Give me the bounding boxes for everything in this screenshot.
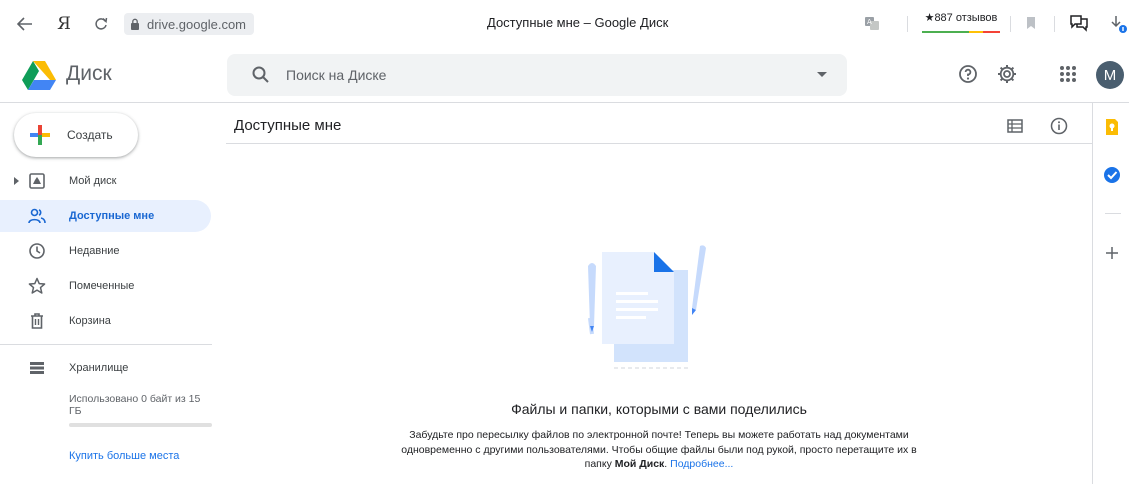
- sidebar-item-label: Хранилище: [69, 362, 129, 374]
- empty-state-title: Файлы и папки, которыми с вами поделилис…: [511, 401, 807, 417]
- download-icon[interactable]: [1110, 14, 1128, 33]
- reload-icon[interactable]: [92, 14, 110, 34]
- yandex-logo-icon[interactable]: Я: [56, 14, 72, 34]
- main-content: Доступные мне Файлы и папки, которыми с …: [226, 103, 1092, 484]
- sidebar-item-trash[interactable]: Корзина: [0, 305, 211, 337]
- search-box[interactable]: [227, 54, 847, 96]
- sidebar-item-label: Помеченные: [69, 280, 135, 292]
- my-drive-folder-name: Мой Диск: [614, 458, 665, 470]
- url-text: drive.google.com: [147, 16, 246, 32]
- shared-files-illustration: [578, 240, 718, 372]
- apps-grid-icon[interactable]: [1057, 63, 1081, 87]
- toolbar-divider: [907, 16, 908, 32]
- sidebar-item-label: Недавние: [69, 245, 120, 257]
- learn-more-link[interactable]: Подробнее...: [670, 458, 733, 470]
- tasks-icon[interactable]: [1102, 165, 1122, 185]
- svg-text:A: A: [867, 18, 872, 26]
- keep-icon[interactable]: [1102, 117, 1122, 137]
- sidebar-item-recent[interactable]: Недавние: [0, 235, 211, 267]
- sidebar-divider: [0, 344, 212, 345]
- storage-usage-bar: [69, 423, 212, 427]
- sidebar-item-label: Доступные мне: [69, 210, 155, 222]
- search-options-dropdown-icon[interactable]: [817, 72, 827, 77]
- expand-arrow-icon[interactable]: [14, 177, 19, 185]
- sidebar-item-starred[interactable]: Помеченные: [0, 270, 211, 302]
- list-view-icon[interactable]: [1005, 116, 1025, 136]
- toolbar-divider: [1054, 16, 1055, 32]
- info-icon[interactable]: [1049, 116, 1069, 136]
- search-icon[interactable]: [251, 65, 271, 85]
- sidebar-item-shared-with-me[interactable]: Доступные мне: [0, 200, 211, 232]
- clock-icon: [28, 242, 46, 260]
- toolbar-divider: [1010, 16, 1011, 32]
- plus-icon: [28, 123, 52, 147]
- chat-icon[interactable]: [1069, 14, 1088, 32]
- sidebar-item-my-drive[interactable]: Мой диск: [0, 165, 211, 197]
- sidebar-item-label: Мой диск: [69, 175, 117, 187]
- create-button-label: Создать: [67, 128, 113, 142]
- page-title: Доступные мне: [234, 117, 342, 134]
- sidebar: Создать Мой диск Доступные мне Недавние …: [0, 103, 226, 484]
- account-avatar[interactable]: M: [1096, 61, 1124, 89]
- browser-toolbar: Я drive.google.com Доступные мне – Googl…: [0, 0, 1129, 46]
- settings-gear-icon[interactable]: [996, 63, 1020, 87]
- star-icon: [28, 277, 46, 295]
- shared-people-icon: [28, 207, 46, 225]
- lock-icon: [130, 18, 140, 30]
- reviews-badge[interactable]: ★887 отзывов: [920, 11, 1002, 33]
- storage-icon: [28, 359, 46, 377]
- help-icon[interactable]: [957, 63, 981, 87]
- sidebar-item-label: Корзина: [69, 315, 111, 327]
- reviews-count: ★887 отзывов: [924, 12, 998, 24]
- buy-storage-link[interactable]: Купить больше места: [69, 450, 179, 462]
- create-button[interactable]: Создать: [14, 113, 138, 157]
- address-bar[interactable]: drive.google.com: [124, 13, 254, 35]
- back-arrow-icon[interactable]: [16, 14, 34, 34]
- storage-usage-text: Использовано 0 байт из 15 ГБ: [69, 393, 201, 417]
- translate-icon[interactable]: A: [863, 14, 881, 32]
- rating-bar: [922, 31, 1000, 33]
- my-drive-icon: [28, 172, 46, 190]
- sidebar-item-storage[interactable]: Хранилище: [0, 352, 211, 384]
- empty-state-description: Забудьте про пересылку файлов по электро…: [396, 428, 922, 472]
- tab-title: Доступные мне – Google Диск: [487, 15, 669, 30]
- brand-name[interactable]: Диск: [66, 62, 112, 86]
- drive-logo-icon[interactable]: [22, 60, 56, 90]
- header-divider: [226, 143, 1092, 144]
- app-header: Диск M: [0, 46, 1129, 103]
- rail-divider: [1105, 213, 1121, 214]
- add-addon-plus-icon[interactable]: [1102, 243, 1122, 263]
- side-panel-rail: [1092, 103, 1129, 484]
- search-input[interactable]: [286, 54, 786, 96]
- bookmark-icon[interactable]: [1022, 14, 1040, 32]
- trash-icon: [28, 312, 46, 330]
